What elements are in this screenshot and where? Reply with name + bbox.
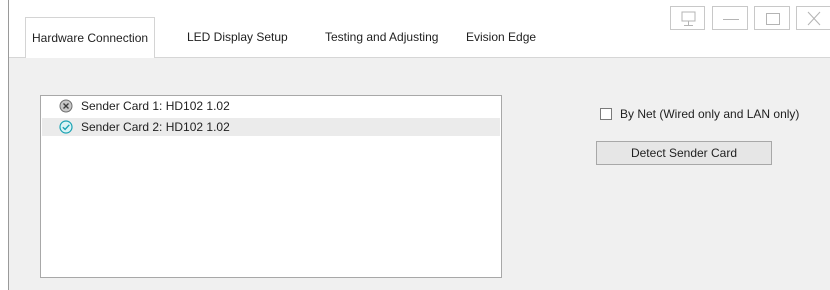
tab-label: Hardware Connection	[32, 31, 149, 45]
tab-hardware-connection[interactable]: Hardware Connection	[25, 17, 156, 58]
list-item[interactable]: Sender Card 2: HD102 1.02	[42, 118, 500, 136]
minimize-button[interactable]	[712, 6, 748, 30]
sender-card-label: Sender Card 1: HD102 1.02	[81, 99, 230, 113]
monitor-icon	[681, 11, 696, 26]
close-button[interactable]	[796, 6, 830, 30]
sender-card-list[interactable]: Sender Card 1: HD102 1.02 Sender Card 2:…	[40, 95, 502, 278]
tab-testing-and-adjusting[interactable]: Testing and Adjusting	[325, 17, 438, 58]
by-net-label: By Net (Wired only and LAN only)	[620, 107, 800, 121]
tab-evision-edge[interactable]: Evision Edge	[466, 17, 536, 58]
list-item[interactable]: Sender Card 1: HD102 1.02	[42, 97, 500, 115]
x-circle-icon	[59, 99, 73, 113]
sender-card-label: Sender Card 2: HD102 1.02	[81, 120, 230, 134]
tab-label: LED Display Setup	[187, 30, 288, 44]
monitor-button[interactable]	[670, 6, 705, 30]
check-circle-icon	[59, 120, 73, 134]
tab-label: Evision Edge	[466, 30, 537, 44]
maximize-button[interactable]	[754, 6, 790, 30]
detect-sender-card-button[interactable]: Detect Sender Card	[596, 141, 772, 165]
tab-label: Testing and Adjusting	[325, 30, 439, 44]
tab-led-display-setup[interactable]: LED Display Setup	[187, 17, 288, 58]
close-icon	[807, 11, 821, 26]
minimize-icon	[723, 19, 739, 20]
maximize-icon	[766, 13, 780, 25]
by-net-checkbox[interactable]	[600, 108, 612, 120]
